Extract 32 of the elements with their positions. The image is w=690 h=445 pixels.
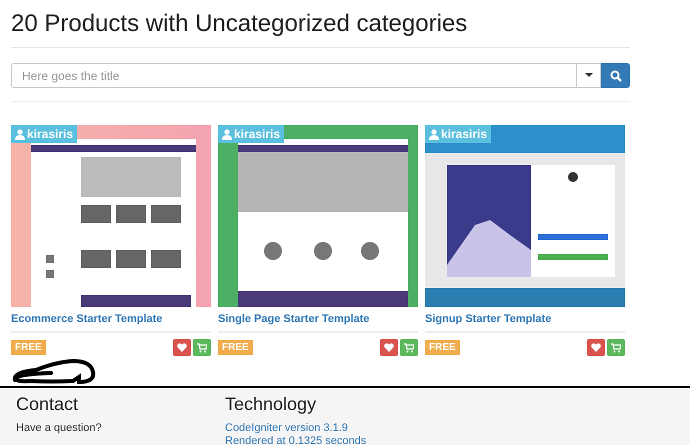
cart-button[interactable] [400, 339, 418, 356]
heart-icon [384, 343, 394, 352]
favorite-button[interactable] [587, 339, 605, 356]
heart-icon [177, 343, 187, 352]
heart-icon [591, 343, 601, 352]
footer-link[interactable]: CodeIgniter version 3.1.9 [225, 422, 434, 435]
search-field[interactable]: Here goes the title [11, 63, 577, 88]
user-icon [222, 128, 232, 140]
product-title-link[interactable]: Single Page Starter Template [218, 307, 418, 333]
page-title: 20 Products with Uncategorized categories [11, 8, 630, 48]
footer-link[interactable]: Rendered at 0.1325 seconds [225, 435, 434, 445]
cart-icon [611, 342, 621, 352]
footer-text: Have a question? [16, 422, 103, 435]
footer-heading: Technology [225, 394, 318, 415]
cart-icon [197, 342, 207, 352]
favorite-button[interactable] [380, 339, 398, 356]
product-title-link[interactable]: Ecommerce Starter Template [11, 307, 211, 333]
dropdown-button[interactable] [577, 63, 601, 88]
user-icon [15, 128, 25, 140]
cart-button[interactable] [607, 339, 625, 356]
price-label: FREE [11, 340, 46, 355]
price-label: FREE [218, 340, 253, 355]
price-label: FREE [425, 340, 460, 355]
search-icon [610, 70, 622, 82]
favorite-button[interactable] [173, 339, 191, 356]
cart-button[interactable] [193, 339, 211, 356]
footer-heading: Contact [16, 394, 80, 415]
cart-icon [404, 342, 414, 352]
caret-icon [584, 73, 592, 78]
product-title-link[interactable]: Signup Starter Template [425, 307, 625, 333]
search-button[interactable] [601, 63, 630, 88]
user-icon [429, 128, 439, 140]
